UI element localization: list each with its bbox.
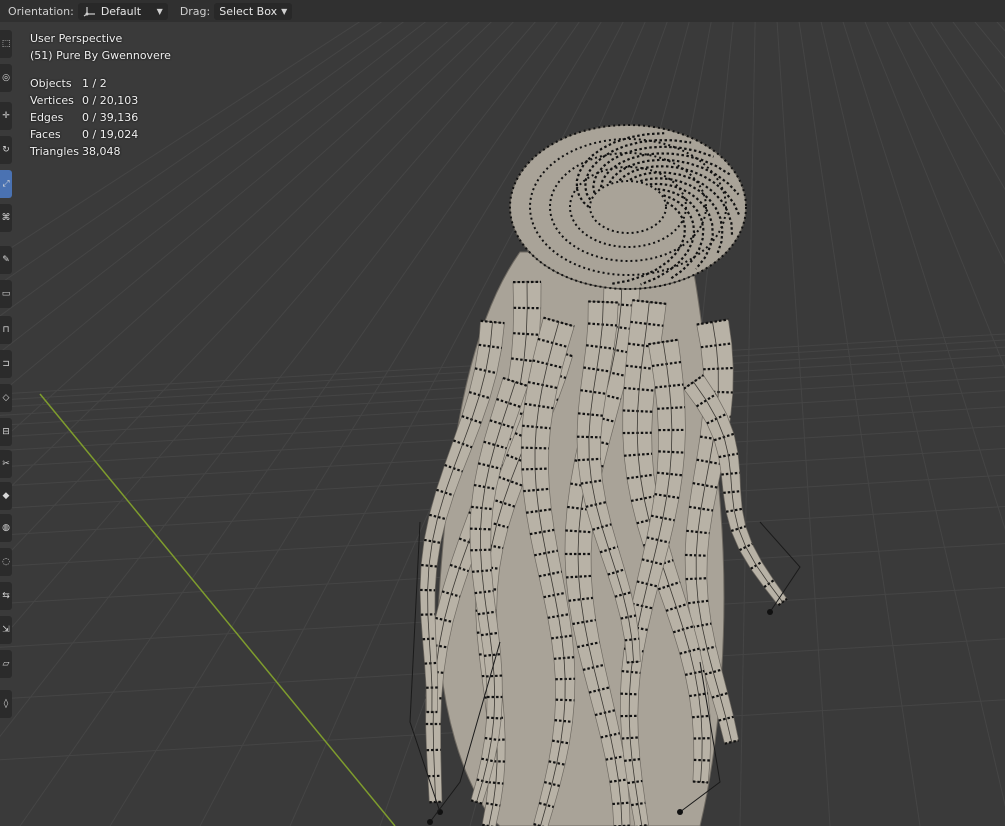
move-icon[interactable]: ✛ (0, 102, 12, 130)
loop-cut-icon[interactable]: ⊟ (0, 418, 12, 446)
bone-joint (767, 609, 773, 615)
orientation-dropdown[interactable]: Default ▼ (77, 2, 168, 20)
grid-line (760, 22, 1005, 826)
measure-icon[interactable]: ▭ (0, 280, 12, 308)
grid-line (760, 22, 1005, 826)
viewport-header: Orientation: Default ▼ Drag: Select Box … (0, 0, 1005, 22)
grid-line (908, 22, 1005, 191)
grid-line (776, 22, 831, 826)
grid-line (996, 22, 1005, 32)
inset-icon[interactable]: ⊐ (0, 350, 12, 378)
knife-icon[interactable]: ✂ (0, 450, 12, 478)
drag-value: Select Box (219, 4, 278, 18)
stat-row: Faces 0 / 19,024 (30, 126, 171, 143)
grid-line (820, 22, 1005, 807)
stat-value: 0 / 20,103 (82, 94, 139, 107)
select-box-icon[interactable]: ⬚ (0, 30, 12, 58)
stat-value: 1 / 2 (82, 77, 107, 90)
grid-line (974, 22, 1005, 60)
extrude-icon[interactable]: ⊓ (0, 316, 12, 344)
grid-line (760, 22, 1005, 826)
poly-build-icon[interactable]: ◆ (0, 482, 12, 510)
stat-row: Triangles 38,048 (30, 143, 171, 160)
object-info: (51) Pure By Gwennovere (30, 49, 171, 62)
grid-line (864, 22, 1005, 370)
grid-line (886, 22, 1005, 265)
bevel-icon[interactable]: ◇ (0, 384, 12, 412)
orientation-value: Default (100, 4, 142, 18)
rotate-icon[interactable]: ↻ (0, 136, 12, 164)
chevron-down-icon: ▼ (156, 6, 163, 16)
shear-icon[interactable]: ▱ (0, 650, 12, 678)
grid-line (760, 22, 1005, 826)
stat-row: Objects 1 / 2 (30, 75, 171, 92)
stat-label: Faces (30, 128, 61, 141)
stat-value: 38,048 (82, 145, 121, 158)
stat-row: Vertices 0 / 20,103 (30, 92, 171, 109)
drag-dropdown[interactable]: Select Box ▼ (214, 2, 293, 20)
spin-icon[interactable]: ◍ (0, 514, 12, 542)
view-name: User Perspective (30, 32, 123, 45)
stat-label: Edges (30, 111, 64, 124)
grid-line (952, 22, 1005, 93)
y-axis-line (39, 393, 396, 826)
stat-label: Objects (30, 77, 72, 90)
grid-line (842, 22, 1005, 531)
smooth-icon[interactable]: ◌ (0, 548, 12, 576)
grid-line (798, 22, 921, 826)
statistics-panel: Objects 1 / 2 Vertices 0 / 20,103 Edges 0 / 3… (30, 75, 171, 160)
grid-line (760, 22, 1005, 826)
stat-value: 0 / 19,024 (82, 128, 139, 141)
stat-label: Vertices (30, 94, 74, 107)
viewport-info-overlay: User Perspective (51) Pure By Gwennovere… (30, 30, 171, 160)
cursor-icon[interactable]: ◎ (0, 64, 12, 92)
blender-window: Orientation: Default ▼ Drag: Select Box … (0, 0, 1005, 826)
grid-line (930, 22, 1005, 136)
transform-icon[interactable]: ⌘ (0, 204, 12, 232)
drag-label: Drag: (179, 4, 211, 18)
annotate-icon[interactable]: ✎ (0, 246, 12, 274)
grid-line (739, 22, 756, 826)
stat-value: 0 / 39,136 (82, 111, 139, 124)
scale-icon[interactable]: ⤢ (0, 170, 12, 198)
grid-line (760, 22, 1005, 826)
shrink-icon[interactable]: ⇲ (0, 616, 12, 644)
bone-joint (677, 809, 683, 815)
grid-line (760, 22, 1005, 826)
grid-line (760, 22, 1005, 826)
chevron-down-icon: ▼ (281, 6, 288, 16)
edge-slide-icon[interactable]: ⇆ (0, 582, 12, 610)
rip-icon[interactable]: ◊ (0, 690, 12, 718)
stat-label: Triangles (30, 145, 79, 158)
grid-line (760, 22, 1005, 826)
stat-row: Edges 0 / 39,136 (30, 109, 171, 126)
orientation-label: Orientation: (8, 4, 74, 18)
orientation-gizmo-icon (83, 7, 95, 17)
bone-joint (427, 819, 433, 825)
